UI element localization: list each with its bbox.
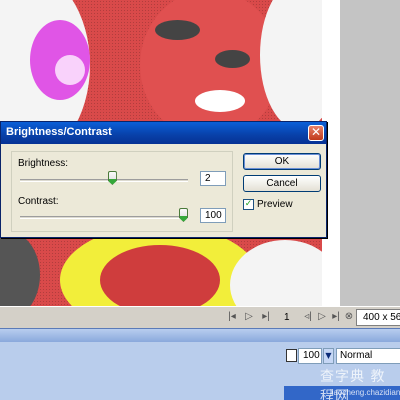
contrast-input[interactable]: 100 [200, 208, 226, 223]
chevron-down-icon[interactable]: ▼ [323, 348, 334, 364]
first-frame-icon[interactable]: |◂ [226, 311, 238, 322]
art-flower-center [55, 55, 85, 85]
art-eye-left [155, 20, 200, 40]
brightness-track[interactable] [20, 179, 188, 182]
next-icon[interactable]: ▷ [316, 311, 328, 322]
adjustment-group: Brightness: 2 Contrast: 100 [11, 151, 233, 232]
brightness-label: Brightness: [18, 158, 69, 169]
art-dark-lower [0, 230, 40, 306]
preview-label: Preview [257, 199, 293, 210]
current-page: 1 [284, 312, 290, 323]
art-face [140, 0, 280, 140]
canvas-size-field[interactable]: 400 x 560 [356, 309, 400, 326]
dialog-title: Brightness/Contrast [1, 122, 326, 144]
play-icon[interactable]: ▷ [243, 311, 255, 322]
art-eye-right [215, 50, 250, 68]
watermark-url: jiaocheng.chazidian.com [330, 388, 400, 397]
cancel-button[interactable]: Cancel [243, 175, 321, 192]
panel-header [0, 328, 400, 342]
contrast-label: Contrast: [18, 196, 59, 207]
preview-checkbox[interactable]: ✓ [243, 199, 254, 210]
app-window: |◂ ▷ ▸| 1 ◃| ▷ ▸| ⊗ 400 x 560 100 ▼ Norm… [0, 0, 400, 400]
contrast-slider-thumb[interactable] [179, 208, 188, 222]
prev-icon[interactable]: ◃| [302, 311, 314, 322]
contrast-track[interactable] [20, 216, 188, 219]
last-frame-icon[interactable]: ▸| [260, 311, 272, 322]
brightness-slider-thumb[interactable] [107, 171, 117, 185]
art-red-body [100, 245, 220, 306]
stop-icon[interactable]: ⊗ [343, 311, 355, 322]
status-bar: |◂ ▷ ▸| 1 ◃| ▷ ▸| ⊗ 400 x 560 [0, 306, 400, 328]
brightness-contrast-dialog: Brightness/Contrast ✕ Brightness: 2 Cont… [0, 121, 327, 238]
art-mouth [195, 90, 245, 112]
opacity-icon [286, 349, 297, 362]
opacity-field[interactable]: 100 [298, 348, 322, 364]
canvas-margin [340, 0, 400, 306]
next-end-icon[interactable]: ▸| [330, 311, 342, 322]
blend-mode-select[interactable]: Normal [336, 348, 400, 364]
art-white-right [260, 0, 322, 130]
brightness-input[interactable]: 2 [200, 171, 226, 186]
close-button[interactable]: ✕ [308, 125, 324, 141]
ok-button[interactable]: OK [243, 153, 321, 170]
